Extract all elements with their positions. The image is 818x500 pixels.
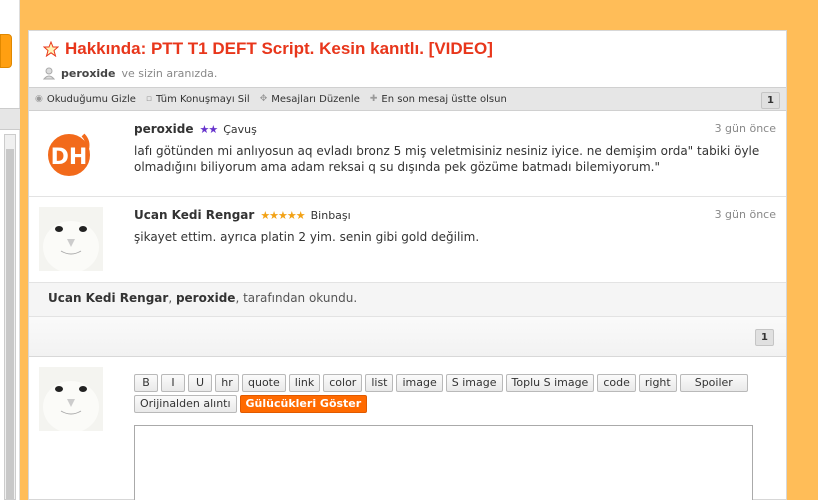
- newest-first-label: En son mesaj üstte olsun: [381, 93, 507, 105]
- avatar[interactable]: DH: [39, 121, 103, 185]
- background-button[interactable]: [0, 34, 12, 68]
- rank-name: Binbaşı: [310, 208, 351, 222]
- page-title: Hakkında: PTT T1 DEFT Script. Kesin kanı…: [65, 39, 493, 58]
- spoiler-button[interactable]: Spoiler: [679, 374, 748, 392]
- image-button[interactable]: image: [396, 374, 443, 392]
- delete-conversation-button[interactable]: ▫ Tüm Konuşmayı Sil: [146, 94, 250, 105]
- star-icon[interactable]: [43, 41, 59, 57]
- code-button[interactable]: code: [597, 374, 636, 392]
- message-time: 3 gün önce: [714, 122, 776, 135]
- avatar[interactable]: [39, 367, 103, 431]
- participant-suffix: ve sizin aranızda.: [121, 67, 218, 80]
- pagination-bar: 1: [29, 317, 786, 357]
- reader-separator: ,: [168, 291, 176, 305]
- background-window: [0, 0, 20, 500]
- participant-name[interactable]: peroxide: [61, 67, 116, 80]
- right-button[interactable]: right: [638, 374, 677, 392]
- svg-text:DH: DH: [51, 145, 88, 170]
- formatting-toolbar: B I U hr quote link color list image S i…: [134, 374, 754, 413]
- read-by-info: Ucan Kedi Rengar, peroxide, tarafından o…: [29, 283, 786, 317]
- scrollbar-thumb[interactable]: [6, 149, 14, 499]
- list-button[interactable]: list: [365, 374, 394, 392]
- user-icon: [43, 67, 55, 80]
- color-button[interactable]: color: [323, 374, 363, 392]
- message-item: DH peroxide ★★ Çavuş 3 gün önce lafı göt…: [29, 111, 786, 197]
- page-number-button[interactable]: 1: [755, 329, 774, 346]
- quote-button[interactable]: quote: [242, 374, 286, 392]
- bold-button[interactable]: B: [134, 374, 158, 392]
- trash-icon: ▫: [145, 94, 152, 104]
- participants: peroxide ve sizin aranızda.: [43, 67, 772, 80]
- rank-stars: ★★★★★: [260, 208, 305, 222]
- underline-button[interactable]: U: [188, 374, 212, 392]
- edit-messages-label: Mesajları Düzenle: [271, 93, 360, 105]
- page-number-button[interactable]: 1: [761, 92, 780, 109]
- conversation-panel: Hakkında: PTT T1 DEFT Script. Kesin kanı…: [28, 30, 787, 500]
- conversation-header: Hakkında: PTT T1 DEFT Script. Kesin kanı…: [29, 31, 786, 87]
- italic-button[interactable]: I: [161, 374, 185, 392]
- background-toolbar: [0, 108, 20, 130]
- conversation-toolbar: ◉ Okuduğumu Gizle ▫ Tüm Konuşmayı Sil ✥ …: [29, 87, 786, 111]
- message-author[interactable]: peroxide: [134, 122, 193, 136]
- message-text: şikayet ettim. ayrıca platin 2 yim. seni…: [134, 230, 480, 244]
- arrow-icon: ✚: [369, 94, 378, 104]
- rank-name: Çavuş: [223, 122, 257, 136]
- reply-editor: B I U hr quote link color list image S i…: [29, 357, 786, 500]
- message-item: Ucan Kedi Rengar ★★★★★ Binbaşı 3 gün önc…: [29, 197, 786, 283]
- bulk-s-image-button[interactable]: Toplu S image: [505, 374, 595, 392]
- message-text: lafı götünden mi anlıyosun aq evladı bro…: [134, 144, 760, 174]
- s-image-button[interactable]: S image: [445, 374, 503, 392]
- reader-name[interactable]: Ucan Kedi Rengar: [48, 291, 168, 305]
- message-author[interactable]: Ucan Kedi Rengar: [134, 208, 254, 222]
- rank-stars: ★★: [199, 122, 218, 136]
- hide-read-label: Okuduğumu Gizle: [46, 93, 136, 105]
- message-textarea[interactable]: [134, 425, 753, 500]
- hr-button[interactable]: hr: [215, 374, 239, 392]
- hide-read-button[interactable]: ◉ Okuduğumu Gizle: [35, 94, 136, 105]
- avatar[interactable]: [39, 207, 103, 271]
- newest-first-button[interactable]: ✚ En son mesaj üstte olsun: [370, 94, 507, 105]
- quote-original-button[interactable]: Orijinalden alıntı: [134, 395, 237, 413]
- delete-conversation-label: Tüm Konuşmayı Sil: [156, 93, 250, 105]
- edit-messages-button[interactable]: ✥ Mesajları Düzenle: [260, 94, 360, 105]
- message-time: 3 gün önce: [714, 208, 776, 221]
- read-by-suffix: , tarafından okundu.: [235, 291, 358, 305]
- link-button[interactable]: link: [288, 374, 321, 392]
- scrollbar[interactable]: [4, 134, 16, 500]
- reader-name[interactable]: peroxide: [176, 291, 235, 305]
- show-smileys-button[interactable]: Gülücükleri Göster: [239, 395, 368, 413]
- move-icon: ✥: [259, 94, 268, 104]
- eye-icon: ◉: [35, 94, 43, 104]
